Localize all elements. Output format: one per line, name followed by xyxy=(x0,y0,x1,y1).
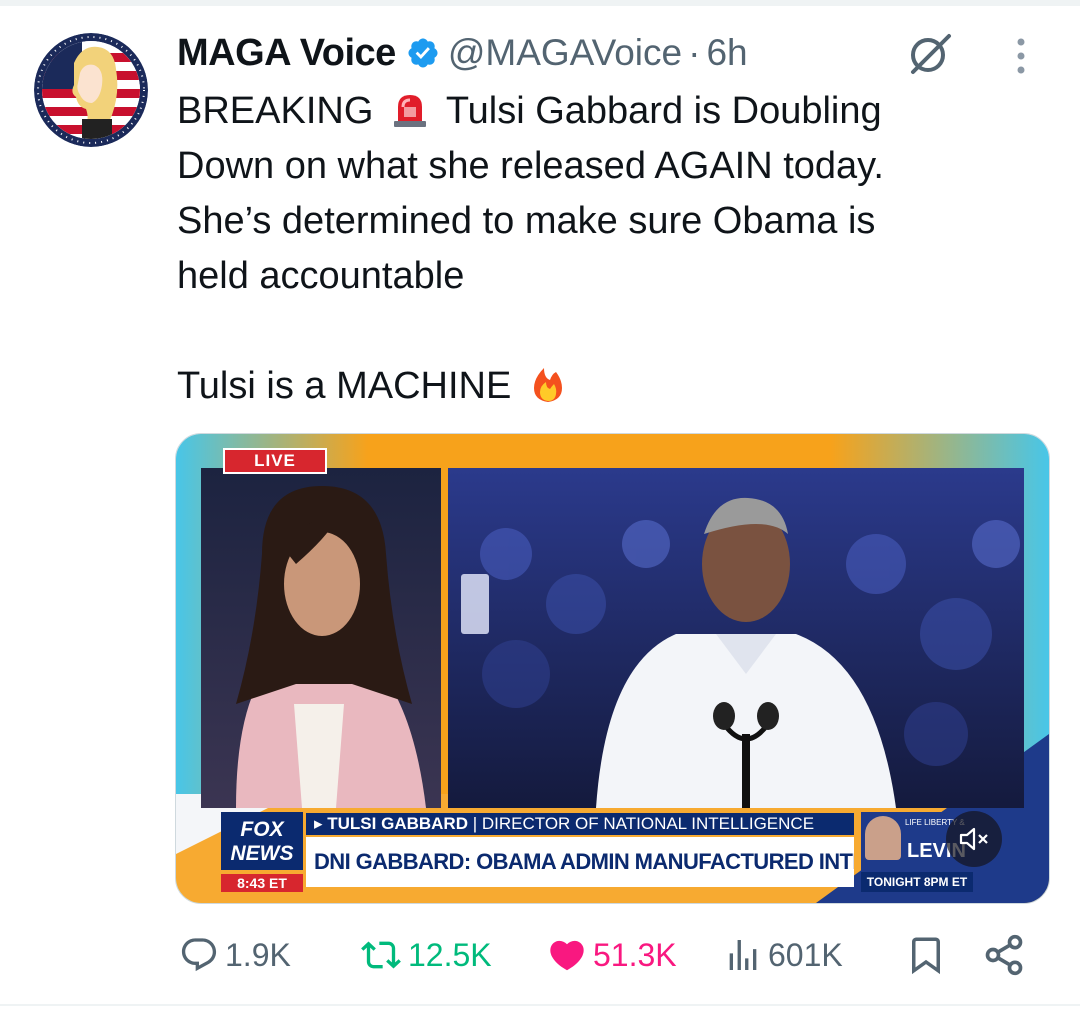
tweet-text-line-3: She’s determined to make sure Obama is xyxy=(177,200,876,242)
author-handle[interactable]: @MAGAVoice xyxy=(448,32,682,74)
tweet-text: BREAKING Tulsi Gabbard is Doubling Down … xyxy=(177,84,1047,414)
lower-third-name-bar: ▸ TULSI GABBARD | DIRECTOR OF NATIONAL I… xyxy=(306,813,854,835)
author-avatar[interactable] xyxy=(34,33,148,147)
tweet-action-bar: 1.9K 12.5K 51.3K 601K xyxy=(0,925,1080,985)
like-button[interactable]: 51.3K xyxy=(545,925,677,985)
views-button[interactable]: 601K xyxy=(722,925,843,985)
views-bar-chart-icon xyxy=(729,940,757,970)
reply-icon xyxy=(181,938,217,972)
tweet-text-line-5: Tulsi is a MACHINE xyxy=(177,359,1047,414)
tweet-text-line-1: BREAKING Tulsi Gabbard is Doubling xyxy=(177,90,882,132)
grok-icon[interactable] xyxy=(905,30,955,76)
repost-icon xyxy=(361,941,401,969)
reply-button[interactable]: 1.9K xyxy=(177,925,291,985)
speaker-muted-icon xyxy=(959,827,988,851)
tweet-text-line-4: held accountable xyxy=(177,255,465,297)
bookmark-button[interactable] xyxy=(905,925,951,985)
live-badge: LIVE xyxy=(223,448,327,474)
fire-emoji-icon xyxy=(533,368,562,402)
heart-filled-icon xyxy=(550,940,584,971)
repost-button[interactable]: 12.5K xyxy=(358,925,492,985)
lower-third-headline: DNI GABBARD: OBAMA ADMIN MANUFACTURED IN… xyxy=(306,837,854,887)
tweet-video[interactable]: LIVE FOX NEWS 8:43 ET ▸ TULSI GABBARD | … xyxy=(175,433,1050,904)
police-light-emoji-icon xyxy=(393,95,426,127)
share-icon xyxy=(985,934,1023,976)
author-display-name[interactable]: MAGA Voice xyxy=(177,32,396,75)
broadcast-clock: 8:43 ET xyxy=(221,874,303,892)
bottom-divider xyxy=(0,1004,1080,1006)
verified-badge-icon xyxy=(408,38,438,68)
tweet-text-line-2: Down on what she released AGAIN today. xyxy=(177,145,884,187)
more-options-icon[interactable] xyxy=(1010,36,1032,76)
bookmark-icon xyxy=(912,937,940,975)
header-separator: · xyxy=(688,32,701,73)
fox-news-logo: FOX NEWS xyxy=(221,812,303,870)
video-mute-button[interactable] xyxy=(946,811,1002,867)
tweet-timestamp[interactable]: 6h xyxy=(706,32,747,74)
top-divider xyxy=(0,0,1080,6)
tweet-header: MAGA Voice @MAGAVoice · 6h xyxy=(177,28,748,78)
share-button[interactable] xyxy=(982,925,1030,985)
